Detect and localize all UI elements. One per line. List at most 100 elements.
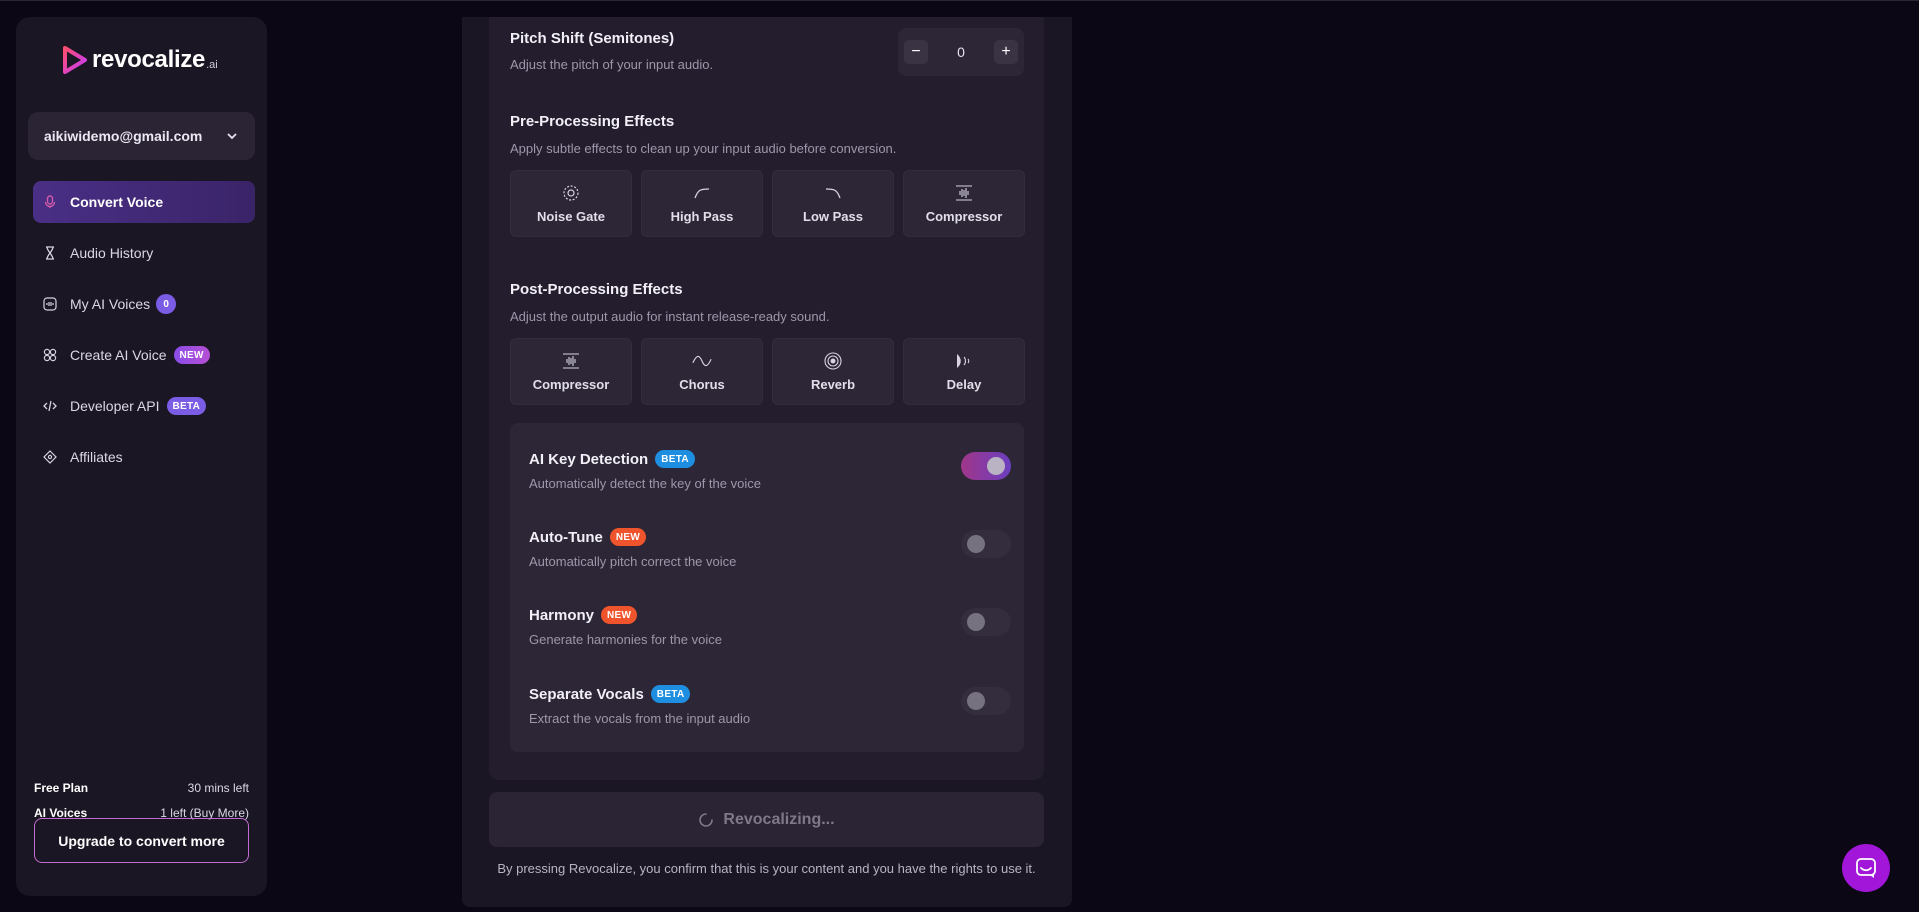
upgrade-button[interactable]: Upgrade to convert more [34, 818, 249, 863]
pitch-increase-button[interactable]: + [993, 40, 1018, 64]
toggle-description: Extract the vocals from the input audio [529, 711, 751, 726]
toggle-row-separate-vocals: Separate Vocals BETA Extract the vocals f… [529, 683, 1011, 733]
voices-icon [42, 296, 58, 312]
sidebar-item-label: Convert Voice [70, 194, 164, 210]
voices-count-badge: 0 [156, 294, 177, 314]
effect-noise-gate[interactable]: Noise Gate [510, 170, 632, 237]
new-badge: NEW [609, 528, 647, 546]
high-pass-icon [692, 183, 712, 203]
new-badge: NEW [601, 606, 638, 624]
effect-label: Chorus [679, 377, 725, 392]
brand-name: revocalize [92, 46, 206, 73]
sidebar-item-label: Developer API [70, 398, 160, 414]
harmony-toggle[interactable] [961, 608, 1011, 636]
chat-icon [1856, 858, 1876, 878]
chevron-down-icon [227, 133, 237, 140]
sidebar-item-create-ai-voice[interactable]: Create AI Voice NEW [33, 334, 255, 376]
sidebar-nav: Convert Voice Audio History My AI Voices… [33, 181, 255, 487]
low-pass-icon [823, 183, 843, 203]
pitch-title: Pitch Shift (Semitones) [510, 30, 675, 47]
compressor-icon [561, 351, 581, 371]
spinner-icon [699, 812, 714, 827]
account-email: aikiwidemo@gmail.com [44, 128, 203, 144]
affiliates-icon [42, 449, 58, 465]
effect-low-pass[interactable]: Low Pass [772, 170, 894, 237]
effect-label: Compressor [925, 209, 1003, 224]
effect-delay[interactable]: Delay [903, 338, 1025, 405]
delay-icon [954, 351, 974, 371]
toggle-knob [987, 457, 1005, 475]
beta-badge: BETA [655, 450, 695, 468]
toggle-row-harmony: Harmony NEW Generate harmonies for the vo… [529, 604, 1011, 654]
hourglass-icon [42, 245, 58, 261]
post-processing-subtitle: Adjust the output audio for instant rele… [510, 309, 830, 324]
sidebar-item-label: My AI Voices [70, 296, 151, 312]
pitch-value[interactable]: 0 [957, 44, 965, 60]
toggle-row-auto-tune: Auto-Tune NEW Automatically pitch correct… [529, 526, 1011, 576]
sidebar-item-convert-voice[interactable]: Convert Voice [33, 181, 255, 223]
toggle-knob [967, 692, 985, 710]
effect-reverb[interactable]: Reverb [772, 338, 894, 405]
effect-label: Low Pass [803, 209, 863, 224]
pre-processing-title: Pre-Processing Effects [510, 113, 675, 130]
effect-label: High Pass [670, 209, 734, 224]
toggle-row-ai-key-detection: AI Key Detection BETA Automatically detec… [529, 448, 1011, 498]
pitch-stepper: − 0 + [898, 28, 1024, 76]
toggle-title: Auto-Tune [529, 528, 603, 546]
sidebar-item-label: Audio History [70, 245, 154, 261]
beta-badge: BETA [650, 685, 691, 703]
auto-tune-toggle[interactable] [961, 530, 1011, 558]
chorus-icon [692, 351, 712, 371]
microphone-icon [42, 194, 58, 210]
separate-vocals-toggle[interactable] [961, 687, 1011, 715]
effect-chorus[interactable]: Chorus [641, 338, 763, 405]
pitch-decrease-button[interactable]: − [904, 40, 928, 64]
pre-effects-grid: Noise Gate High Pass Low Pass Compressor [510, 170, 1025, 237]
pre-processing-subtitle: Apply subtle effects to clean up your in… [510, 141, 897, 156]
plan-value: 30 mins left [187, 780, 249, 795]
effect-high-pass[interactable]: High Pass [641, 170, 763, 237]
sidebar-item-developer-api[interactable]: Developer API BETA [33, 385, 255, 427]
plan-row-free: Free Plan 30 mins left [34, 775, 249, 800]
effect-label: Delay [946, 377, 982, 392]
toggle-description: Automatically detect the key of the voic… [529, 476, 761, 491]
toggle-title: AI Key Detection [529, 450, 649, 468]
toggle-description: Generate harmonies for the voice [529, 632, 722, 647]
effect-label: Compressor [532, 377, 610, 392]
sidebar-item-audio-history[interactable]: Audio History [33, 232, 255, 274]
sidebar: revocalize .ai aikiwidemo@gmail.com Conv… [16, 17, 267, 896]
logo[interactable]: revocalize .ai [62, 43, 218, 77]
toggle-knob [967, 613, 985, 631]
code-icon [42, 398, 58, 414]
effect-compressor[interactable]: Compressor [510, 338, 632, 405]
toggle-knob [967, 535, 985, 553]
effect-label: Reverb [810, 377, 856, 392]
post-effects-grid: Compressor Chorus Reverb Delay [510, 338, 1025, 405]
beta-badge: BETA [166, 397, 207, 415]
post-processing-title: Post-Processing Effects [510, 281, 683, 298]
create-voice-icon [42, 347, 58, 363]
rights-disclaimer: By pressing Revocalize, you confirm that… [497, 861, 1036, 876]
top-border [0, 0, 1919, 1]
sidebar-item-label: Create AI Voice [70, 347, 167, 363]
ai-key-detection-toggle[interactable] [961, 452, 1011, 480]
sidebar-item-my-ai-voices[interactable]: My AI Voices 0 [33, 283, 255, 325]
new-badge: NEW [173, 346, 210, 364]
reverb-icon [823, 351, 843, 371]
noise-gate-icon [561, 183, 581, 203]
sidebar-item-label: Affiliates [70, 449, 123, 465]
pitch-subtitle: Adjust the pitch of your input audio. [510, 57, 714, 72]
account-dropdown[interactable]: aikiwidemo@gmail.com [28, 112, 255, 160]
revocalize-button[interactable]: Revocalizing... [489, 792, 1044, 847]
sidebar-item-affiliates[interactable]: Affiliates [33, 436, 255, 478]
effect-compressor[interactable]: Compressor [903, 170, 1025, 237]
toggle-description: Automatically pitch correct the voice [529, 554, 737, 569]
ai-options-panel: AI Key Detection BETA Automatically detec… [510, 423, 1024, 752]
toggle-title: Harmony [529, 606, 595, 624]
brand-suffix: .ai [206, 59, 218, 71]
compressor-icon [954, 183, 974, 203]
revocalize-label: Revocalizing... [723, 810, 835, 828]
toggle-title: Separate Vocals [529, 685, 644, 703]
chat-launcher-button[interactable] [1842, 844, 1890, 892]
logo-icon [63, 46, 87, 74]
